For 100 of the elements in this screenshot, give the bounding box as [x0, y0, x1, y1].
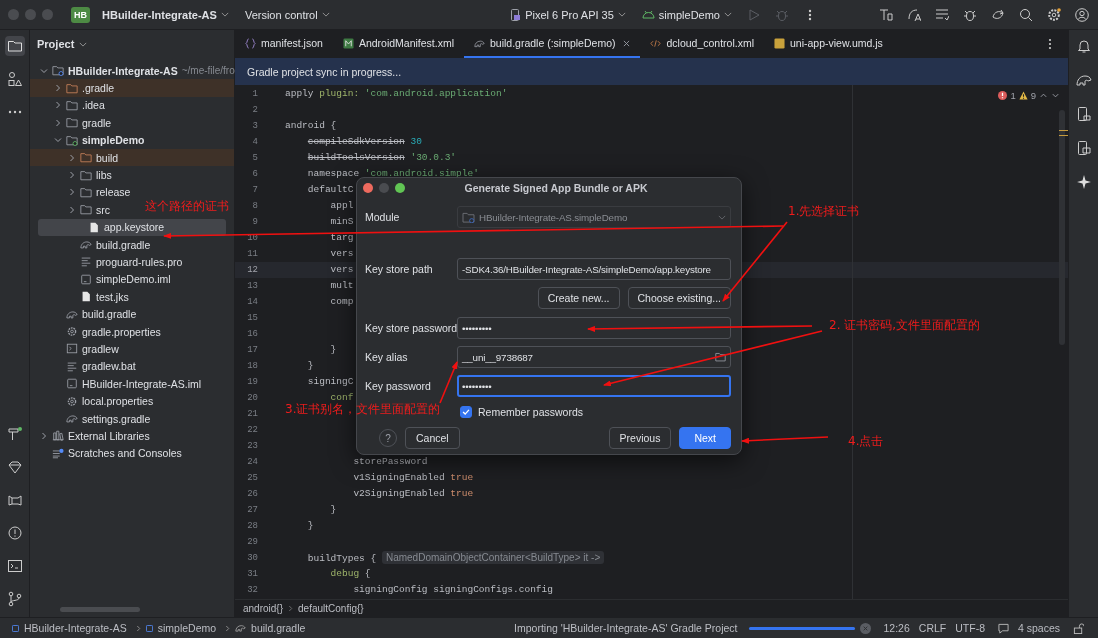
- choose-existing-button[interactable]: Choose existing...: [627, 287, 731, 309]
- tree-item[interactable]: .gradle: [30, 79, 234, 97]
- tree-item[interactable]: app.keystore: [38, 218, 226, 236]
- tree-item[interactable]: settings.gradle: [30, 409, 151, 428]
- line-number: 1: [251, 88, 259, 101]
- file-encoding[interactable]: UTF-8: [955, 622, 985, 634]
- tree-item[interactable]: simpleDemo: [30, 131, 145, 149]
- tree-item[interactable]: External Libraries: [30, 427, 150, 445]
- breadcrumb[interactable]: android{}: [243, 603, 284, 614]
- tree-item[interactable]: simpleDemo.iml: [30, 270, 171, 289]
- input-field[interactable]: -SDK4.36/HBuilder-Integrate-AS/simpleDemo/app.keystore: [457, 258, 731, 280]
- chevron-icon[interactable]: [40, 431, 48, 440]
- chevron-icon[interactable]: [68, 188, 76, 197]
- tree-item[interactable]: HBuilder-Integrate-AS.iml: [30, 375, 202, 393]
- tree-item[interactable]: build: [30, 148, 234, 167]
- chevron-up-icon[interactable]: [1039, 91, 1048, 100]
- version-control-menu[interactable]: Version control: [240, 5, 334, 24]
- tree-item[interactable]: Scratches and Consoles: [30, 444, 182, 462]
- window-close-icon[interactable]: [363, 183, 373, 193]
- tree-item[interactable]: build.gradle: [30, 235, 151, 254]
- status-path-item[interactable]: build.gradle: [251, 622, 306, 634]
- module-folder-icon: [52, 65, 64, 77]
- breadcrumb[interactable]: defaultConfig{}: [298, 603, 364, 614]
- warning-count[interactable]: 9: [1030, 90, 1036, 101]
- tree-item[interactable]: gradlew.bat: [30, 357, 136, 376]
- tree-item[interactable]: gradle: [30, 114, 112, 132]
- project-badge: HB: [71, 6, 90, 23]
- status-path-item[interactable]: simpleDemo: [157, 622, 217, 634]
- close-icon[interactable]: [623, 39, 631, 47]
- editor-tab[interactable]: manifest.json: [235, 30, 333, 58]
- chevron-icon[interactable]: [40, 66, 48, 75]
- annotation-text: 3.证书别名，文件里面配置的: [285, 402, 441, 416]
- primary-button[interactable]: Next: [679, 427, 731, 449]
- tree-item[interactable]: release: [30, 183, 131, 202]
- editor-tab[interactable]: AndroidManifest.xml: [332, 30, 464, 58]
- folder-icon[interactable]: [4, 36, 25, 56]
- device-selector[interactable]: Pixel 6 Pro API 35: [506, 5, 630, 24]
- input-field[interactable]: __uni__9738687: [457, 346, 731, 368]
- open-project-dropdown[interactable]: HBuilder-Integrate-AS: [98, 5, 233, 24]
- comment-icon[interactable]: [997, 622, 1009, 634]
- line-number: 5: [251, 152, 259, 165]
- chevron-icon[interactable]: [54, 136, 62, 145]
- tree-item-label: HBuilder-Integrate-AS: [68, 64, 178, 77]
- dialog-button[interactable]: Previous: [608, 427, 672, 449]
- chevron-icon[interactable]: [54, 118, 62, 127]
- code-line: storePassword: [353, 456, 428, 467]
- line-number: 14: [246, 296, 259, 309]
- terminal-icon: [66, 343, 78, 355]
- module-folder-icon: [66, 134, 78, 146]
- tree-item[interactable]: HBuilder-Integrate-AS ~/me-file/fro: [30, 62, 235, 80]
- checkbox-label[interactable]: Remember passwords: [478, 406, 584, 418]
- tree-item[interactable]: libs: [30, 166, 112, 184]
- tree-item[interactable]: src: [30, 201, 110, 219]
- dialog-button[interactable]: Cancel: [405, 427, 460, 449]
- settings-icon[interactable]: [1047, 7, 1061, 22]
- chevron-down-icon: [220, 12, 229, 17]
- checkbox[interactable]: [460, 406, 472, 418]
- tree-item[interactable]: .idea: [30, 96, 105, 115]
- code-line: compileSdkVersion 30: [307, 136, 422, 147]
- tree-item[interactable]: gradle.properties: [30, 322, 161, 341]
- status-path-item[interactable]: HBuilder-Integrate-AS: [24, 622, 127, 634]
- project-view-selector[interactable]: Project: [37, 38, 88, 50]
- search-icon[interactable]: [1019, 7, 1033, 22]
- tree-item[interactable]: build.gradle: [30, 305, 137, 323]
- line-separator[interactable]: CRLF: [918, 622, 947, 634]
- folder-icon: [66, 99, 78, 111]
- elephant-icon: [66, 413, 78, 424]
- run-config-selector[interactable]: simpleDemo: [637, 5, 736, 24]
- window-zoom-icon[interactable]: [395, 183, 405, 193]
- chevron-icon[interactable]: [68, 205, 76, 214]
- tree-item-label: gradlew: [82, 342, 119, 355]
- code-line: appl: [330, 200, 354, 211]
- chevron-icon[interactable]: [54, 101, 62, 110]
- line-number: 32: [246, 584, 259, 597]
- tree-item-label: test.jks: [96, 290, 129, 303]
- input-field[interactable]: •••••••••: [457, 375, 731, 397]
- tree-item[interactable]: test.jks: [30, 288, 129, 306]
- chevron-icon[interactable]: [68, 171, 76, 180]
- error-count[interactable]: 1: [1010, 90, 1016, 101]
- folder-icon: [80, 152, 92, 164]
- account-icon[interactable]: [1075, 7, 1089, 22]
- create-new-button[interactable]: Create new...: [537, 287, 620, 309]
- editor-tab[interactable]: dcloud_control.xml: [640, 30, 764, 58]
- layout-icon[interactable]: [879, 7, 893, 22]
- editor-tab[interactable]: uni-app-view.umd.js: [764, 30, 893, 58]
- caret-position[interactable]: 12:26: [883, 622, 910, 634]
- line-number: 18: [246, 360, 259, 373]
- chevron-down-icon[interactable]: [1051, 91, 1060, 100]
- sync-icon[interactable]: [991, 7, 1005, 22]
- list-icon[interactable]: [935, 7, 949, 22]
- lock-icon[interactable]: [1073, 622, 1084, 634]
- tree-item-label: External Libraries: [68, 429, 150, 442]
- translate-icon[interactable]: [907, 7, 921, 22]
- tree-item[interactable]: local.properties: [30, 392, 154, 410]
- code-line: mult: [330, 280, 354, 291]
- indent-setting[interactable]: 4 spaces: [1017, 622, 1060, 634]
- tree-item[interactable]: gradlew: [30, 340, 119, 358]
- folder-icon: [80, 169, 92, 181]
- input-field[interactable]: •••••••••: [457, 317, 731, 339]
- tree-item[interactable]: proguard-rules.pro: [30, 253, 183, 271]
